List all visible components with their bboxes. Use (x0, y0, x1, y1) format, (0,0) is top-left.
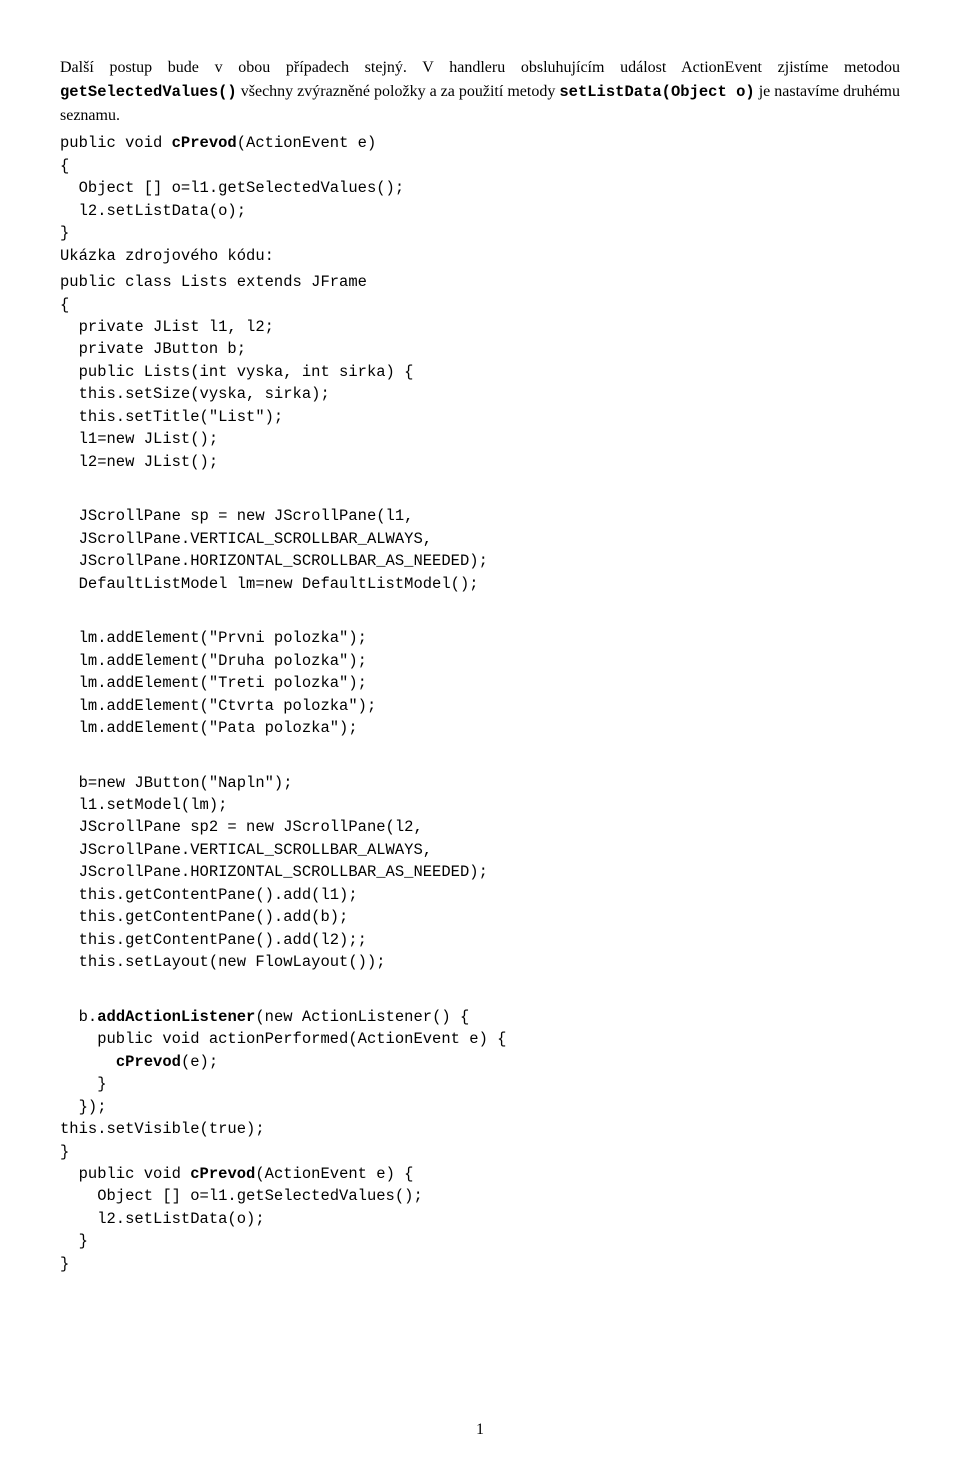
code-line: l2=new JList(); (60, 453, 218, 471)
code-line: { (60, 296, 69, 314)
code-snippet-1: public void cPrevod(ActionEvent e) { Obj… (60, 132, 900, 267)
code-line: } (60, 1143, 69, 1161)
code-line: Object [] o=l1.getSelectedValues(); (60, 1187, 423, 1205)
code-line: l2.setListData(o); (60, 202, 246, 220)
code-line: l2.setListData(o); (60, 1210, 265, 1228)
code-line: lm.addElement("Prvni polozka"); (60, 629, 367, 647)
code-line: } (60, 1075, 107, 1093)
code-line: JScrollPane.VERTICAL_SCROLLBAR_ALWAYS, (60, 530, 432, 548)
code-line: this.setLayout(new FlowLayout()); (60, 953, 386, 971)
code-line: private JList l1, l2; (60, 318, 274, 336)
method-name-2: setListData(Object o) (559, 83, 754, 101)
code-line: this.setTitle("List"); (60, 408, 283, 426)
code-line: } (60, 224, 69, 242)
code-snippet-6: b.addActionListener(new ActionListener()… (60, 1006, 900, 1276)
code-line: this.setSize(vyska, sirka); (60, 385, 330, 403)
code-line: }); (60, 1098, 107, 1116)
code-line: this.setVisible(true); (60, 1120, 265, 1138)
code-snippet-4: lm.addElement("Prvni polozka"); lm.addEl… (60, 627, 900, 739)
code-line: lm.addElement("Ctvrta polozka"); (60, 697, 376, 715)
code-snippet-3: JScrollPane sp = new JScrollPane(l1, JSc… (60, 505, 900, 595)
code-line: b=new JButton("Napln"); (60, 774, 293, 792)
code-line: this.getContentPane().add(b); (60, 908, 348, 926)
para-text: Další postup bude v obou případech stejn… (60, 59, 900, 76)
code-line: { (60, 157, 69, 175)
code-line: } (60, 1255, 69, 1273)
code-line: JScrollPane.HORIZONTAL_SCROLLBAR_AS_NEED… (60, 552, 488, 570)
code-line: } (60, 1232, 88, 1250)
code-line: JScrollPane sp2 = new JScrollPane(l2, (60, 818, 423, 836)
code-snippet-2: public class Lists extends JFrame { priv… (60, 271, 900, 473)
code-line: l1=new JList(); (60, 430, 218, 448)
code-line: lm.addElement("Treti polozka"); (60, 674, 367, 692)
code-line: lm.addElement("Druha polozka"); (60, 652, 367, 670)
code-line: DefaultListModel lm=new DefaultListModel… (60, 575, 479, 593)
code-line: private JButton b; (60, 340, 246, 358)
code-line: Object [] o=l1.getSelectedValues(); (60, 179, 404, 197)
code-line: JScrollPane.HORIZONTAL_SCROLLBAR_AS_NEED… (60, 863, 488, 881)
code-line: cPrevod(e); (60, 1053, 218, 1071)
code-line: JScrollPane sp = new JScrollPane(l1, (60, 507, 413, 525)
code-line: public void actionPerformed(ActionEvent … (60, 1030, 506, 1048)
code-line: public void cPrevod(ActionEvent e) (60, 134, 376, 152)
code-line: JScrollPane.VERTICAL_SCROLLBAR_ALWAYS, (60, 841, 432, 859)
code-line: l1.setModel(lm); (60, 796, 227, 814)
code-snippet-5: b=new JButton("Napln"); l1.setModel(lm);… (60, 772, 900, 974)
code-line: public Lists(int vyska, int sirka) { (60, 363, 413, 381)
para-text: všechny zvýrazněné položky a za použití … (237, 83, 560, 100)
code-line: b.addActionListener(new ActionListener()… (60, 1008, 469, 1026)
code-line: Ukázka zdrojového kódu: (60, 247, 274, 265)
method-name-1: getSelectedValues() (60, 83, 237, 101)
code-line: public void cPrevod(ActionEvent e) { (60, 1165, 414, 1183)
code-line: this.getContentPane().add(l2);; (60, 931, 367, 949)
code-line: lm.addElement("Pata polozka"); (60, 719, 358, 737)
page-number: 1 (0, 1418, 960, 1442)
code-line: this.getContentPane().add(l1); (60, 886, 358, 904)
code-line: public class Lists extends JFrame (60, 273, 367, 291)
intro-paragraph: Další postup bude v obou případech stejn… (60, 56, 900, 128)
